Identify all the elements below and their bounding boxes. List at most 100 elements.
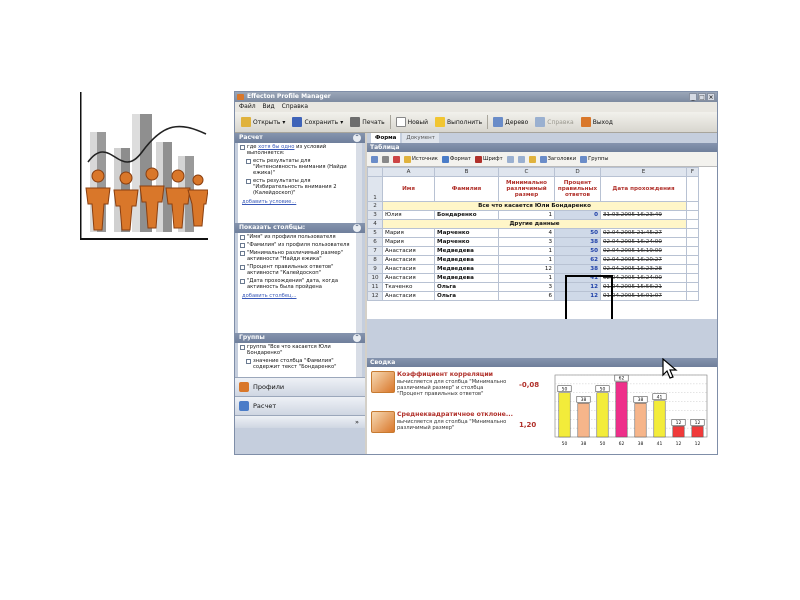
collapse-icon[interactable]: ⌃ <box>353 134 361 142</box>
help-button[interactable]: Справка <box>533 115 575 129</box>
row-header[interactable]: 11 <box>367 282 383 292</box>
menu-help[interactable]: Справка <box>282 103 308 110</box>
exit-button[interactable]: Выход <box>579 115 615 129</box>
row-header[interactable]: 2 <box>367 201 383 211</box>
header-cell[interactable]: Процент правильных ответов <box>554 176 601 202</box>
source-button[interactable]: Источник <box>404 155 438 163</box>
cell[interactable]: 1 <box>498 255 555 265</box>
cell[interactable]: 6 <box>498 291 555 301</box>
menu-view[interactable]: Вид <box>263 103 275 110</box>
cell[interactable]: Бондаренко <box>434 210 499 220</box>
row-header[interactable]: 9 <box>367 264 383 274</box>
cell[interactable]: Анастасия <box>382 273 435 283</box>
corner-cell[interactable] <box>367 167 383 177</box>
columns-section-header[interactable]: Показать столбцы: ⌃ <box>235 223 365 233</box>
checkbox[interactable] <box>240 251 245 256</box>
cell[interactable]: Ткаченко <box>382 282 435 292</box>
checkbox[interactable] <box>246 179 251 184</box>
cell[interactable]: Анастасия <box>382 291 435 301</box>
sort-icon[interactable] <box>506 155 514 163</box>
nav-profiles[interactable]: Профили <box>235 377 365 396</box>
header-cell[interactable]: Минимально различимый размер <box>498 176 555 202</box>
close-button[interactable]: × <box>707 93 715 101</box>
tab-document[interactable]: Документ <box>402 133 439 143</box>
calc-section-header[interactable]: Расчет ⌃ <box>235 133 365 143</box>
cell[interactable]: 50 <box>554 228 601 238</box>
menu-file[interactable]: Файл <box>239 103 256 110</box>
tab-form[interactable]: Форма <box>371 133 401 143</box>
cell[interactable]: 02.04.2005 16:23:28 <box>600 264 687 274</box>
metric-title[interactable]: Среднеквадратичное отклоне... <box>397 411 513 418</box>
cell[interactable]: 01.04.2005 16:01:07 <box>600 291 687 301</box>
cell[interactable]: 50 <box>554 246 601 256</box>
filter-icon[interactable] <box>517 155 525 163</box>
group-cell[interactable]: Другие данные <box>382 219 687 229</box>
cell[interactable]: 1 <box>498 210 555 220</box>
checkbox[interactable] <box>246 359 251 364</box>
cell[interactable]: 31.03.2005 16:23:49 <box>600 210 687 220</box>
checkbox[interactable] <box>240 265 245 270</box>
header-cell[interactable]: Имя <box>382 176 435 202</box>
cell[interactable]: Ольга <box>434 291 499 301</box>
delete-icon[interactable] <box>393 155 400 163</box>
add-column-link[interactable]: добавить столбец... <box>238 291 356 301</box>
checkbox[interactable] <box>246 159 251 164</box>
cell[interactable]: 4 <box>498 228 555 238</box>
checkbox[interactable] <box>240 345 245 350</box>
add-condition-link[interactable]: добавить условие... <box>238 197 356 207</box>
cell[interactable]: Марченко <box>434 228 499 238</box>
column-header[interactable]: A <box>382 167 435 177</box>
cell[interactable]: Медведева <box>434 246 499 256</box>
headers-button[interactable]: Заголовки <box>539 155 576 163</box>
checkbox[interactable] <box>240 145 245 150</box>
cell[interactable]: Медведева <box>434 273 499 283</box>
checkbox[interactable] <box>240 235 245 240</box>
cell[interactable]: 12 <box>498 264 555 274</box>
cell[interactable]: 3 <box>498 282 555 292</box>
new-button[interactable]: Новый <box>394 115 430 129</box>
row-header[interactable]: 3 <box>367 210 383 220</box>
collapse-icon[interactable]: ⌃ <box>353 334 361 342</box>
chart-icon[interactable] <box>528 155 536 163</box>
cell[interactable]: 1 <box>498 246 555 256</box>
cell[interactable]: 02.04.2005 16:20:27 <box>600 255 687 265</box>
cell[interactable]: Марченко <box>434 237 499 247</box>
cell[interactable]: Анастасия <box>382 264 435 274</box>
cell[interactable]: 38 <box>554 264 601 274</box>
row-header[interactable]: 12 <box>367 291 383 301</box>
cell[interactable]: Ольга <box>434 282 499 292</box>
cell[interactable]: Медведева <box>434 264 499 274</box>
run-button[interactable]: Выполнить <box>433 115 484 129</box>
checkbox[interactable] <box>240 279 245 284</box>
cell[interactable]: 02.04.2005 21:45:27 <box>600 228 687 238</box>
nav-more-chevron-icon[interactable]: » <box>235 415 365 428</box>
groups-button[interactable]: Группы <box>580 155 608 163</box>
cell[interactable]: 02.04.2005 16:19:00 <box>600 246 687 256</box>
print-button[interactable]: Печать <box>348 115 386 129</box>
cut-icon[interactable] <box>382 155 389 163</box>
cell[interactable]: Медведева <box>434 255 499 265</box>
header-cell[interactable]: Фамилия <box>434 176 499 202</box>
cell[interactable]: Анастасия <box>382 255 435 265</box>
checkbox[interactable] <box>240 243 245 248</box>
cell[interactable]: Мария <box>382 228 435 238</box>
groups-section-header[interactable]: Группы ⌃ <box>235 333 365 343</box>
column-header[interactable]: B <box>434 167 499 177</box>
cell[interactable]: 02.04.2005 16:24:00 <box>600 237 687 247</box>
minimize-button[interactable]: _ <box>689 93 697 101</box>
cell[interactable]: 62 <box>554 255 601 265</box>
column-header[interactable]: C <box>498 167 555 177</box>
tree-button[interactable]: Дерево <box>491 115 530 129</box>
row-header[interactable]: 5 <box>367 228 383 238</box>
row-header[interactable]: 1 <box>367 176 383 202</box>
row-header[interactable]: 7 <box>367 246 383 256</box>
save-button[interactable]: Сохранить ▾ <box>290 115 345 129</box>
cell[interactable]: 38 <box>554 237 601 247</box>
row-header[interactable]: 10 <box>367 273 383 283</box>
cell[interactable]: Мария <box>382 237 435 247</box>
cell[interactable]: 0 <box>554 210 601 220</box>
row-header[interactable]: 4 <box>367 219 383 229</box>
cell[interactable]: 1 <box>498 273 555 283</box>
cell[interactable]: 01.04.2005 15:56:21 <box>600 282 687 292</box>
header-cell[interactable]: Дата прохождения <box>600 176 687 202</box>
